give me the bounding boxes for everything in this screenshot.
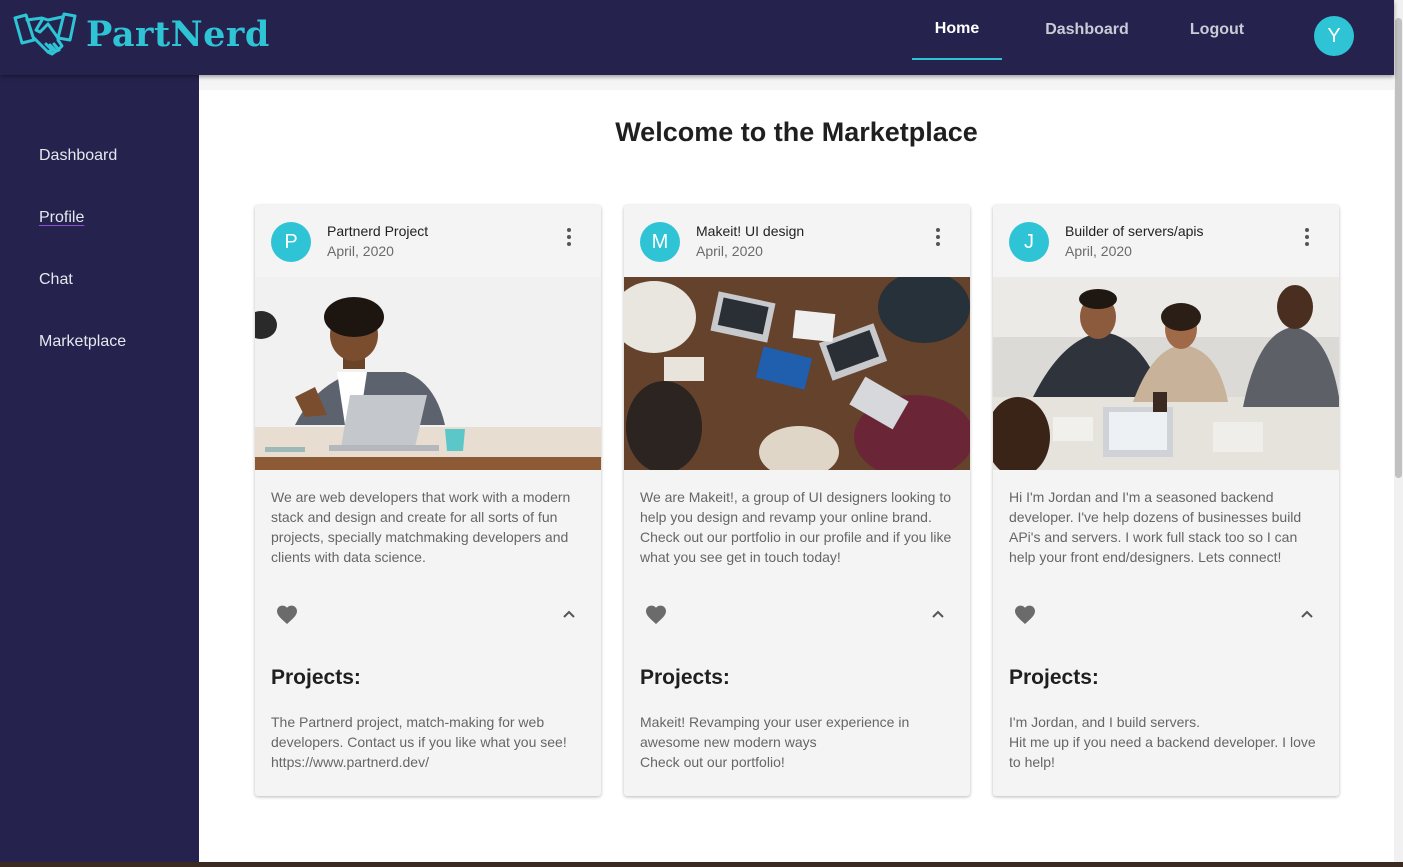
favorite-icon[interactable]: [275, 603, 299, 627]
card-title: Partnerd Project: [327, 223, 429, 239]
card-description: We are Makeit!, a group of UI designers …: [640, 489, 952, 565]
sidebar-item-profile[interactable]: Profile: [39, 209, 84, 227]
projects-text: The Partnerd project, match-making for w…: [271, 714, 567, 770]
card-date: April, 2020: [696, 243, 763, 259]
handshake-icon: [13, 12, 77, 56]
chevron-up-icon[interactable]: [926, 603, 950, 627]
more-vert-icon[interactable]: [557, 225, 581, 249]
more-vert-icon[interactable]: [926, 225, 950, 249]
nav-tab-label: Home: [934, 20, 980, 37]
nav-tab-dashboard[interactable]: Dashboard: [1040, 0, 1134, 60]
chevron-up-icon[interactable]: [557, 603, 581, 627]
favorite-icon[interactable]: [644, 603, 668, 627]
nav-tab-label: Logout: [1189, 21, 1245, 38]
projects-text: Makeit! Revamping your user experience i…: [640, 714, 910, 770]
projects-heading: Projects:: [1009, 666, 1099, 689]
card-avatar: P: [271, 222, 311, 262]
sidebar-item-chat[interactable]: Chat: [39, 271, 73, 289]
card-title: Builder of servers/apis: [1065, 223, 1204, 239]
nav-tab-home[interactable]: Home: [912, 0, 1002, 60]
team-laptops-photo: [624, 277, 970, 470]
brand-name: PartNerd: [86, 13, 270, 55]
favorite-icon[interactable]: [1013, 603, 1037, 627]
card-description: We are web developers that work with a m…: [271, 489, 571, 565]
card-avatar: M: [640, 222, 680, 262]
profile-card: M Makeit! UI design April, 2020 We are M…: [624, 205, 970, 796]
card-date: April, 2020: [1065, 243, 1132, 259]
nav-tab-logout[interactable]: Logout: [1180, 0, 1254, 60]
brand-logo[interactable]: PartNerd: [12, 10, 270, 58]
man-at-laptop-photo: [255, 277, 601, 470]
sidebar-item-marketplace[interactable]: Marketplace: [39, 333, 126, 351]
sidebar: Dashboard Profile Chat Marketplace: [0, 75, 199, 862]
card-title: Makeit! UI design: [696, 223, 805, 239]
content-top-strip: [199, 75, 1394, 90]
chevron-up-icon[interactable]: [1295, 603, 1319, 627]
profile-card: P Partnerd Project April, 2020 We are we…: [255, 205, 601, 796]
card-description: Hi I'm Jordan and I'm a seasoned backend…: [1009, 489, 1302, 565]
projects-heading: Projects:: [640, 666, 730, 689]
profile-card: J Builder of servers/apis April, 2020 Hi…: [993, 205, 1339, 796]
app-bar: PartNerd Home Dashboard Logout Y: [0, 0, 1394, 75]
scrollbar-thumb[interactable]: [1395, 18, 1402, 478]
team-meeting-photo: [993, 277, 1339, 470]
nav-tab-label: Dashboard: [1045, 21, 1129, 38]
sidebar-item-dashboard[interactable]: Dashboard: [39, 147, 117, 165]
user-avatar[interactable]: Y: [1314, 16, 1354, 56]
projects-text: I'm Jordan, and I build servers. Hit me …: [1009, 714, 1316, 770]
card-avatar: J: [1009, 222, 1049, 262]
more-vert-icon[interactable]: [1295, 225, 1319, 249]
page-title: Welcome to the Marketplace: [615, 117, 978, 147]
card-date: April, 2020: [327, 243, 394, 259]
projects-heading: Projects:: [271, 666, 361, 689]
main-content: Welcome to the Marketplace P Partnerd Pr…: [199, 75, 1394, 862]
